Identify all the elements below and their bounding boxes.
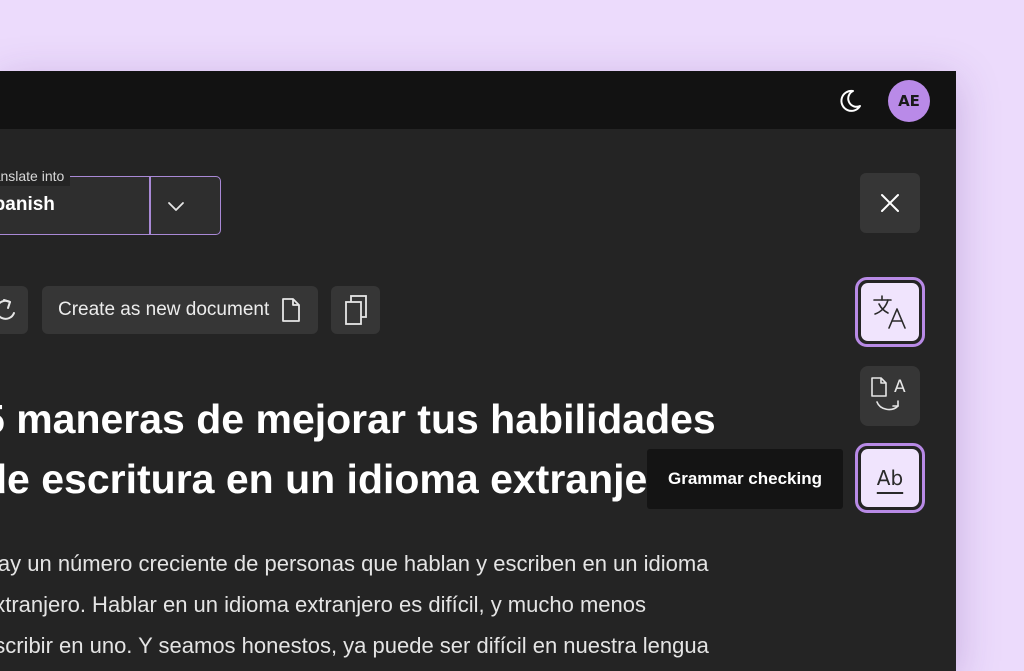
body-line: Hay un número creciente de personas que …	[0, 551, 709, 576]
selected-language: Spanish	[0, 194, 55, 215]
app-window: AE Spanish Translate into Create as new …	[0, 71, 956, 671]
convert-letter: A	[894, 377, 906, 397]
document-convert-icon: A	[871, 377, 906, 411]
select-label: Translate into	[0, 166, 71, 186]
grammar-checking-tooltip: Grammar checking	[647, 449, 843, 509]
document-icon	[282, 298, 301, 322]
select-divider	[149, 177, 151, 234]
avatar[interactable]: AE	[888, 80, 930, 122]
dark-mode-moon-icon[interactable]	[836, 87, 864, 115]
copy-icon	[344, 295, 367, 325]
grammar-checking-inner: Ab	[861, 449, 919, 507]
heading-line: 5 maneras de mejorar tus habilidades	[0, 396, 716, 442]
body-line: escribir en uno. Y seamos honestos, ya p…	[0, 633, 709, 658]
document-convert-button[interactable]: A	[860, 366, 920, 426]
body-line: extranjero. Hablar en un idioma extranje…	[0, 592, 646, 617]
create-new-document-button[interactable]: Create as new document	[42, 286, 318, 334]
grammar-ab-icon: Ab	[876, 466, 904, 490]
translate-tool-button[interactable]	[855, 277, 925, 347]
top-bar: AE	[0, 71, 956, 129]
create-new-document-label: Create as new document	[58, 299, 270, 320]
grammar-checking-button[interactable]: Ab	[855, 443, 925, 513]
document-body: Hay un número creciente de personas que …	[0, 543, 812, 666]
copy-button[interactable]	[331, 286, 380, 334]
chevron-down-icon[interactable]	[165, 197, 187, 215]
close-icon	[881, 194, 899, 212]
refresh-icon	[0, 299, 15, 320]
regenerate-button[interactable]	[0, 286, 28, 334]
translate-icon	[873, 295, 906, 329]
translate-tool-inner	[861, 283, 919, 341]
language-select[interactable]: Spanish Translate into	[0, 166, 221, 235]
close-button[interactable]	[860, 173, 920, 233]
